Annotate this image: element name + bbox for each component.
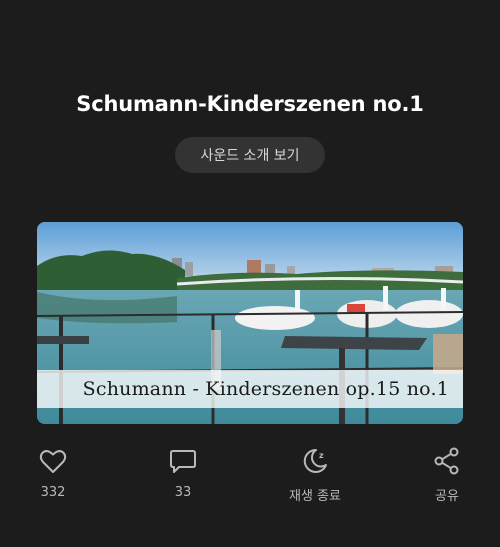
like-count: 332 <box>40 485 66 500</box>
track-title: Schumann-Kinderszenen no.1 <box>76 92 424 116</box>
share-icon <box>434 447 459 475</box>
heart-icon <box>39 450 67 473</box>
track-thumbnail[interactable]: Schumann - Kinderszenen op.15 no.1 <box>37 222 463 424</box>
comment-button[interactable]: 33 <box>138 446 228 500</box>
sound-intro-button[interactable]: 사운드 소개 보기 <box>175 137 325 173</box>
moon-icon: z <box>303 448 327 473</box>
sleep-timer-label: 재생 종료 <box>289 489 341 504</box>
like-button[interactable]: 332 <box>8 446 98 500</box>
action-bar: 332 33 z 재생 종료 공유 <box>0 446 500 516</box>
share-label: 공유 <box>435 489 459 504</box>
share-button[interactable]: 공유 <box>402 446 492 504</box>
comment-count: 33 <box>174 485 192 500</box>
comment-icon <box>170 450 196 473</box>
svg-text:z: z <box>319 451 324 460</box>
thumbnail-caption: Schumann - Kinderszenen op.15 no.1 <box>37 370 463 408</box>
sleep-timer-button[interactable]: z 재생 종료 <box>270 446 360 504</box>
